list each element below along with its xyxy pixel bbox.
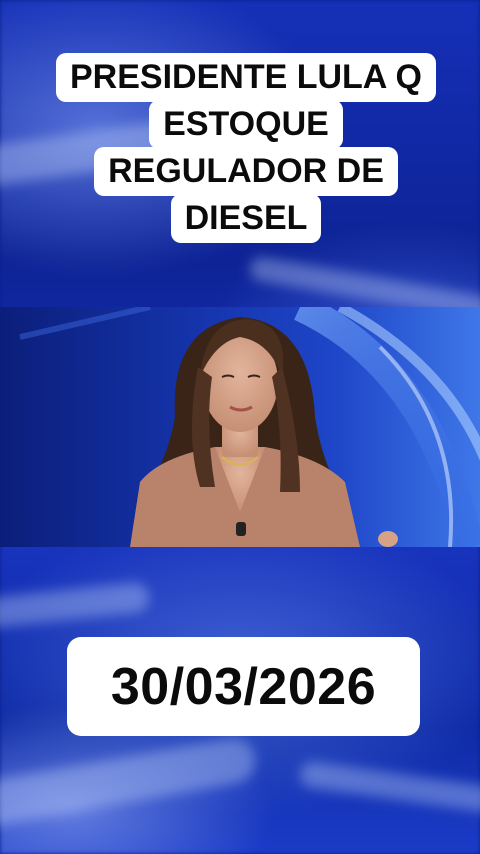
headline-line-1: PRESIDENTE LULA Q	[56, 53, 436, 102]
headline-line-2: ESTOQUE	[149, 100, 343, 149]
headline-line-3: REGULADOR DE	[94, 147, 398, 196]
date-text: 30/03/2026	[110, 657, 377, 716]
headline-caption: PRESIDENTE LULA Q ESTOQUE REGULADOR DE D…	[40, 53, 452, 243]
news-anchor-image	[19, 307, 480, 547]
date-caption: 30/03/2026	[67, 637, 420, 736]
headline-line-4: DIESEL	[170, 194, 322, 243]
video-frame[interactable]	[0, 307, 480, 547]
